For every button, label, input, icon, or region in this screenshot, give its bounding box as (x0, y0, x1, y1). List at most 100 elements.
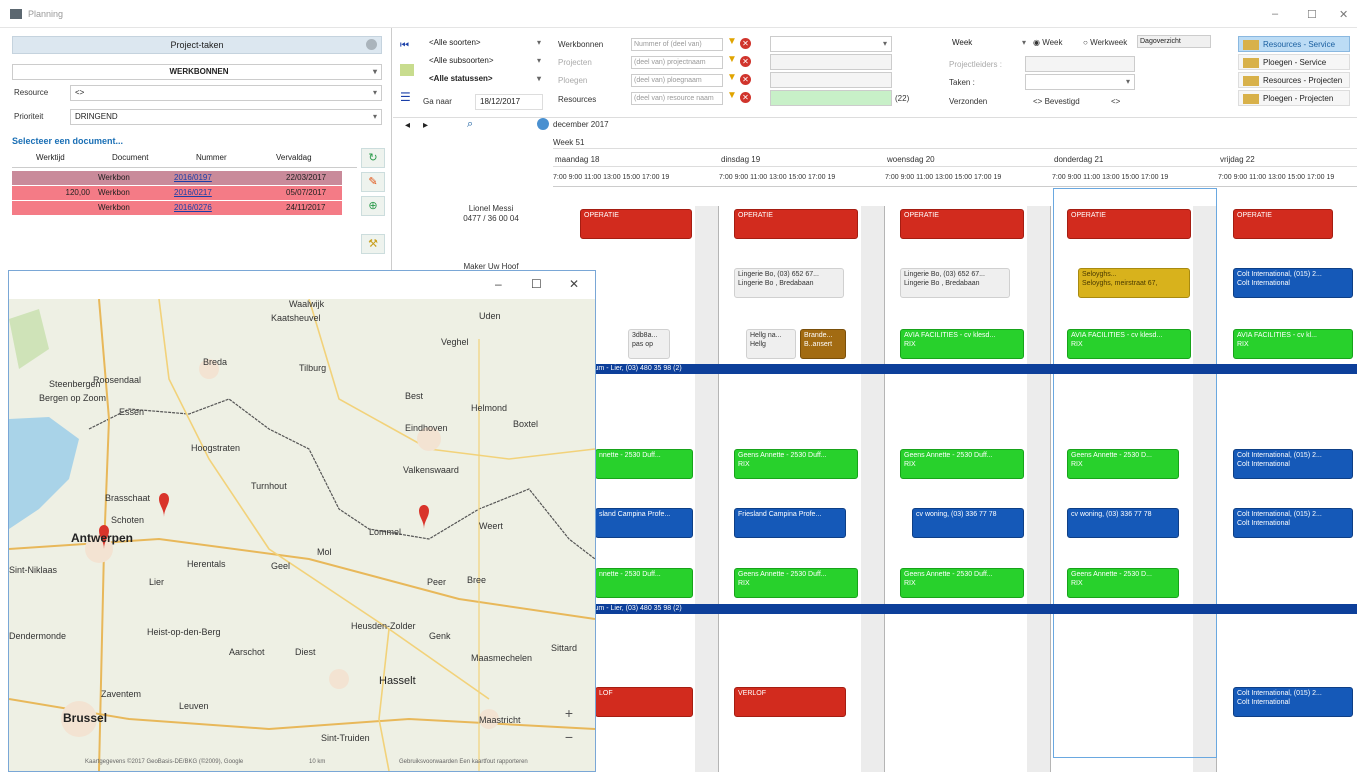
event-avia[interactable]: AVIA FACILITIES - cv klesd... RIX (1067, 329, 1191, 359)
event-seloyghs[interactable]: Seloyghs... Seloyghs, meirstraat 67, (1078, 268, 1190, 298)
event-friesland[interactable]: sland Campina Profe... (595, 508, 693, 538)
select-document-link[interactable]: Selecteer een document... (12, 136, 123, 146)
project-tasks-header[interactable]: Project-taken (12, 36, 382, 54)
event-avia[interactable]: AVIA FACILITIES - cv kl... RIX (1233, 329, 1353, 359)
radio-werkweek[interactable]: ○ Werkweek (1083, 38, 1127, 47)
ploegen-service-button[interactable]: Ploegen - Service (1238, 54, 1350, 70)
event-operatie[interactable]: OPERATIE (1233, 209, 1333, 239)
edit-button[interactable]: ✎ (361, 172, 385, 192)
row-nummer[interactable]: 2016/0197 (174, 173, 212, 182)
event-geens[interactable]: nnette - 2530 Duff... (595, 449, 693, 479)
dagoverzicht-button[interactable]: Dagoverzicht (1137, 35, 1211, 48)
projectleiders-select[interactable] (1025, 56, 1135, 72)
first-icon[interactable]: ⏮ (400, 40, 409, 51)
event-operatie[interactable]: OPERATIE (1067, 209, 1191, 239)
event-colt[interactable]: Colt International, (015) 2... Colt Inter… (1233, 449, 1353, 479)
minimize-icon[interactable]: – (1272, 8, 1278, 20)
clear-icon[interactable]: ✕ (740, 74, 751, 85)
filter-icon[interactable]: ▼ (727, 90, 737, 101)
filter-icon[interactable]: ▼ (727, 36, 737, 47)
event-cvwoning[interactable]: cv woning, (03) 336 77 78 (912, 508, 1024, 538)
event-geens[interactable]: Geens Annette - 2530 D... RIX (1067, 449, 1179, 479)
close-icon[interactable]: ✕ (1339, 8, 1348, 21)
table-row[interactable]: Werkbon 2016/0276 24/11/2017 (12, 201, 342, 215)
resource-select[interactable]: <> ▾ (70, 85, 382, 101)
calendar-icon[interactable] (400, 64, 414, 76)
event-colt[interactable]: Colt International, (015) 2... Colt Inter… (1233, 268, 1353, 298)
statussen-select[interactable]: <Alle statussen> ▾ (425, 72, 545, 88)
event-lingerie[interactable]: Lingerie Bo, (03) 652 67... Lingerie Bo ,… (900, 268, 1010, 298)
werkbon-dropdown[interactable]: ▾ (770, 36, 892, 52)
search-icon[interactable]: ⌕ (467, 118, 473, 131)
event-cvwoning[interactable]: cv woning, (03) 336 77 78 (1067, 508, 1179, 538)
group-band[interactable]: agnosecentrum - Lier, (03) 480 35 98 (2) (552, 364, 1357, 374)
taken-select[interactable]: ▾ (1025, 74, 1135, 90)
zoom-in-icon[interactable]: + (561, 705, 577, 721)
event-colt[interactable]: Colt International, (015) 2... Colt Inter… (1233, 687, 1353, 717)
refresh-button[interactable]: ↻ (361, 148, 385, 168)
event-sdha[interactable]: 3db8a... pas op (628, 329, 670, 359)
filter-icon[interactable]: ▼ (727, 72, 737, 83)
col-nummer[interactable]: Nummer (196, 153, 227, 162)
prev-arrow-icon[interactable]: ◂ (405, 120, 410, 131)
zoom-out-icon[interactable]: − (561, 729, 577, 745)
clear-icon[interactable]: ✕ (740, 38, 751, 49)
next-arrow-icon[interactable]: ▸ (423, 120, 428, 131)
table-row[interactable]: 120,00 Werkbon 2016/0217 05/07/2017 (12, 186, 342, 200)
gear-icon[interactable] (366, 39, 377, 50)
map-footer-links[interactable]: Gebruiksvoorwaarden Een kaartfout rappor… (399, 759, 528, 765)
event-friesland[interactable]: Friesland Campina Profe... (734, 508, 846, 538)
event-operatie[interactable]: OPERATIE (900, 209, 1024, 239)
prioriteit-select[interactable]: DRINGEND ▾ (70, 109, 382, 125)
event-hellg[interactable]: Hellg na... Hellg (746, 329, 796, 359)
table-row[interactable]: Werkbon 2016/0197 22/03/2017 (12, 171, 342, 185)
refresh-icon[interactable] (537, 118, 549, 130)
werkbonnen-filter-input[interactable]: Nummer of (deel van) (631, 38, 723, 51)
subsoorten-select[interactable]: <Alle subsoorten> ▾ (425, 54, 545, 70)
bevestigd-select[interactable]: <> Bevestigd (1033, 97, 1080, 106)
tool-button[interactable]: ⚒ (361, 234, 385, 254)
event-verlof[interactable]: VERLOF (734, 687, 846, 717)
maximize-icon[interactable]: ☐ (531, 277, 542, 291)
clear-icon[interactable]: ✕ (740, 92, 751, 103)
resources-projecten-button[interactable]: Resources - Projecten (1238, 72, 1350, 88)
bevestigd2-select[interactable]: <> (1111, 97, 1120, 106)
event-operatie[interactable]: OPERATIE (580, 209, 692, 239)
col-document[interactable]: Document (112, 153, 148, 162)
radio-week[interactable]: ◉ Week (1033, 38, 1063, 47)
filter-icon[interactable]: ▼ (727, 54, 737, 65)
event-geens[interactable]: Geens Annette - 2530 Duff... RIX (734, 449, 858, 479)
minimize-icon[interactable]: – (495, 277, 502, 291)
ploeg-dropdown[interactable] (770, 72, 892, 88)
soorten-select[interactable]: <Alle soorten> ▾ (425, 36, 545, 52)
event-avia[interactable]: AVIA FACILITIES - cv klesd... RIX (900, 329, 1024, 359)
event-brande[interactable]: Brande... B..ansert (800, 329, 846, 359)
werkbonnen-select[interactable]: WERKBONNEN ▾ (12, 64, 382, 80)
resources-filter-input[interactable]: (deel van) resource naam (631, 92, 723, 105)
event-colt[interactable]: Colt International, (015) 2... Colt Inter… (1233, 508, 1353, 538)
row-nummer[interactable]: 2016/0217 (174, 188, 212, 197)
period-select[interactable]: Week ▾ (948, 36, 1030, 52)
event-geens[interactable]: Geens Annette - 2530 Duff... RIX (900, 568, 1024, 598)
event-geens[interactable]: Geens Annette - 2530 Duff... RIX (900, 449, 1024, 479)
event-geens[interactable]: Geens Annette - 2530 Duff... RIX (734, 568, 858, 598)
ploegen-filter-input[interactable]: (deel van) ploegnaam (631, 74, 723, 87)
event-verlof[interactable]: LOF (595, 687, 693, 717)
resource-dropdown[interactable] (770, 90, 892, 106)
close-icon[interactable]: ✕ (569, 277, 579, 291)
date-input[interactable]: 18/12/2017 (475, 94, 543, 110)
col-vervaldag[interactable]: Vervaldag (276, 153, 312, 162)
event-operatie[interactable]: OPERATIE (734, 209, 858, 239)
event-geens[interactable]: nnette - 2530 Duff... (595, 568, 693, 598)
maximize-icon[interactable]: ☐ (1307, 8, 1317, 21)
project-dropdown[interactable] (770, 54, 892, 70)
projecten-filter-input[interactable]: (deel van) projectnaam (631, 56, 723, 69)
resources-service-button[interactable]: Resources - Service (1238, 36, 1350, 52)
event-lingerie[interactable]: Lingerie Bo, (03) 652 67... Lingerie Bo ,… (734, 268, 844, 298)
ploegen-projecten-button[interactable]: Ploegen - Projecten (1238, 90, 1350, 106)
menu-icon[interactable]: ☰ (400, 90, 411, 104)
group-band[interactable]: agnosecentrum - Lier, (03) 480 35 98 (2) (552, 604, 1357, 614)
clear-icon[interactable]: ✕ (740, 56, 751, 67)
col-werktijd[interactable]: Werktijd (36, 153, 65, 162)
add-button[interactable]: ⊕ (361, 196, 385, 216)
